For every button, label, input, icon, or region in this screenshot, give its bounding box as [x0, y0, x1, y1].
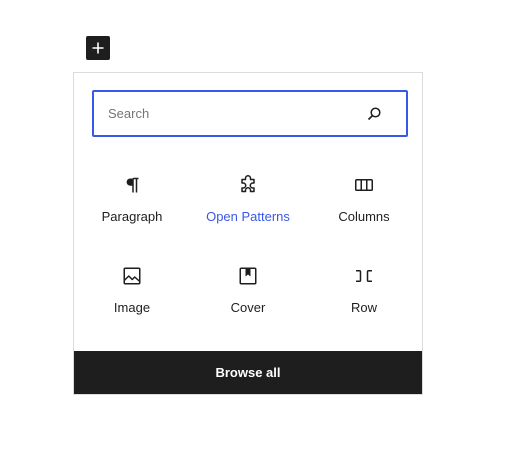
columns-icon	[352, 173, 376, 197]
block-item-cover[interactable]: Cover	[190, 252, 306, 343]
paragraph-icon	[120, 173, 144, 197]
row-icon	[352, 264, 376, 288]
block-item-open-patterns[interactable]: Open Patterns	[190, 161, 306, 252]
image-icon	[120, 264, 144, 288]
plus-icon	[92, 42, 104, 54]
block-label: Image	[113, 300, 151, 315]
search-icon[interactable]	[362, 102, 386, 126]
search-field	[92, 90, 408, 137]
browse-all-button[interactable]: Browse all	[74, 351, 422, 394]
block-item-columns[interactable]: Columns	[306, 161, 422, 252]
search-input[interactable]	[94, 92, 362, 135]
add-block-toggle-button[interactable]	[86, 36, 110, 60]
block-item-paragraph[interactable]: Paragraph	[74, 161, 190, 252]
cover-icon	[236, 264, 260, 288]
block-item-image[interactable]: Image	[74, 252, 190, 343]
block-item-row[interactable]: Row	[306, 252, 422, 343]
block-inserter-popover: Paragraph Open Patterns Columns	[73, 72, 423, 395]
block-grid: Paragraph Open Patterns Columns Image Co…	[74, 161, 422, 343]
puzzle-piece-icon	[236, 173, 260, 197]
block-label: Open Patterns	[206, 209, 290, 224]
block-label: Paragraph	[101, 209, 163, 224]
block-label: Row	[350, 300, 377, 315]
block-label: Cover	[230, 300, 266, 315]
block-label: Columns	[338, 209, 390, 224]
